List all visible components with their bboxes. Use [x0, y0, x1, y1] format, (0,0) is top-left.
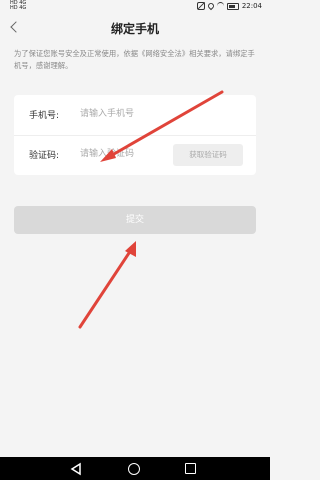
signal-text: HD 4G HD 4G [10, 0, 27, 11]
notice-text: 为了保证您账号安全及正常使用，依据《网络安全法》相关要求，请绑定手机号，感谢理解… [14, 49, 255, 70]
status-icons: 22:04 [196, 1, 262, 11]
annotation-arrows [78, 90, 224, 329]
phone-input[interactable] [80, 105, 240, 123]
nav-recent-icon[interactable] [185, 463, 196, 474]
code-row: 验证码: 获取验证码 [14, 135, 256, 175]
navigation-bar [0, 457, 270, 480]
phone-row: 手机号: [14, 95, 256, 136]
verification-code-input[interactable] [80, 145, 175, 163]
annotation-arrow-lower [78, 241, 136, 329]
form-card: 手机号: 验证码: 获取验证码 [14, 95, 256, 175]
battery-icon [226, 2, 239, 10]
status-time: 22:04 [241, 2, 262, 10]
nav-back-icon[interactable] [69, 462, 83, 476]
header: 绑定手机 [0, 14, 270, 44]
page-title: 绑定手机 [110, 22, 159, 36]
code-label: 验证码: [29, 151, 60, 161]
get-code-button[interactable]: 获取验证码 [173, 144, 243, 166]
mute-icon [196, 2, 205, 10]
nav-home-icon[interactable] [128, 463, 140, 475]
status-bar: HD 4G HD 4G 22:04 [0, 0, 270, 14]
wifi-icon [216, 2, 224, 10]
location-icon [206, 1, 216, 11]
phone-label: 手机号: [29, 111, 60, 121]
submit-button[interactable]: 提交 [14, 206, 256, 234]
